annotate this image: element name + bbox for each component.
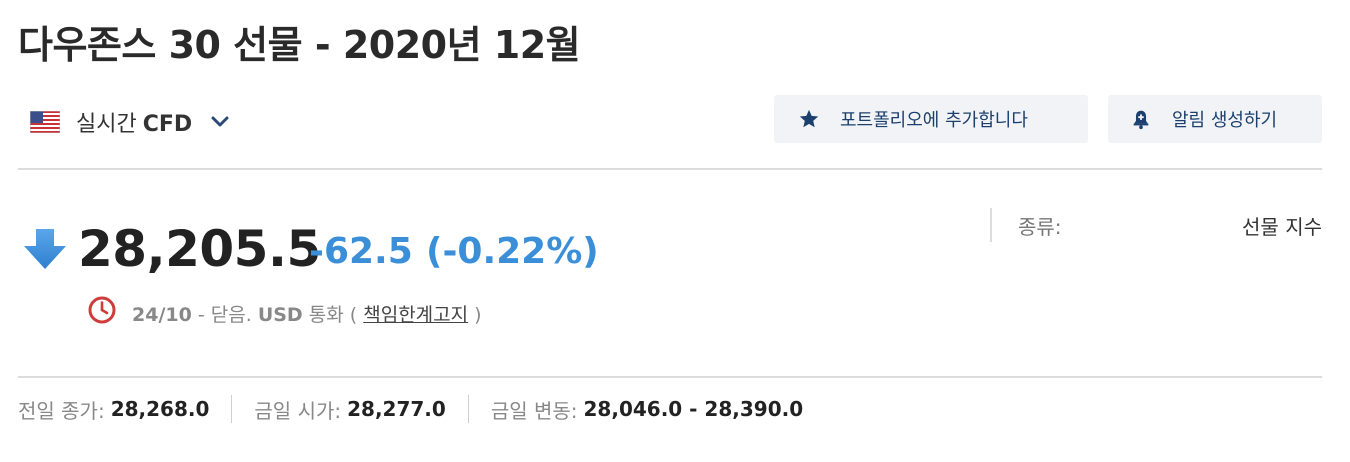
day-range-value: 28,046.0 - 28,390.0 — [583, 397, 804, 421]
last-price: 28,205.5 — [78, 220, 321, 278]
chevron-down-icon[interactable] — [210, 115, 230, 129]
prev-close-value: 28,268.0 — [110, 397, 210, 421]
market-status: 24/10 - 닫음. USD 통화 ( 책임한계고지 ) — [132, 304, 482, 326]
instrument-type-label: 종류: — [1018, 215, 1062, 239]
us-flag-icon — [30, 111, 60, 133]
create-alert-button[interactable]: 알림 생성하기 — [1108, 95, 1322, 143]
day-range-label: 금일 변동: — [490, 398, 578, 423]
price-change-percent: (-0.22%) — [426, 231, 599, 272]
add-to-portfolio-button[interactable]: 포트폴리오에 추가합니다 — [774, 95, 1088, 143]
create-alert-label: 알림 생성하기 — [1172, 110, 1278, 131]
open-label: 금일 시가: — [254, 398, 342, 423]
status-state: 닫음. — [210, 304, 252, 326]
prev-close-label: 전일 종가: — [18, 398, 105, 423]
disclaimer-link[interactable]: 책임한계고지 — [363, 304, 468, 326]
open-value: 28,277.0 — [347, 397, 446, 421]
market-selector-dropdown[interactable]: 실시간 CFD — [30, 104, 230, 140]
section-divider — [18, 168, 1322, 170]
status-currency: USD — [257, 304, 303, 326]
bell-icon — [1133, 110, 1149, 130]
price-change: -62.5 — [309, 231, 413, 272]
price-stats: 전일 종가: 28,268.0 금일 시가: 28,277.0 금일 변동: 2… — [18, 394, 803, 424]
clock-icon — [88, 296, 116, 324]
star-icon — [799, 109, 819, 128]
arrow-down-icon — [24, 229, 66, 269]
instrument-type-value: 선물 지수 — [1242, 215, 1322, 239]
section-divider — [18, 376, 1322, 378]
market-label: 실시간 CFD — [76, 112, 193, 137]
stats-separator — [467, 395, 469, 423]
page-title: 다우존스 30 선물 - 2020년 12월 — [18, 23, 581, 67]
add-to-portfolio-label: 포트폴리오에 추가합니다 — [840, 110, 1028, 131]
status-date: 24/10 — [132, 304, 192, 326]
stats-separator — [231, 395, 233, 423]
